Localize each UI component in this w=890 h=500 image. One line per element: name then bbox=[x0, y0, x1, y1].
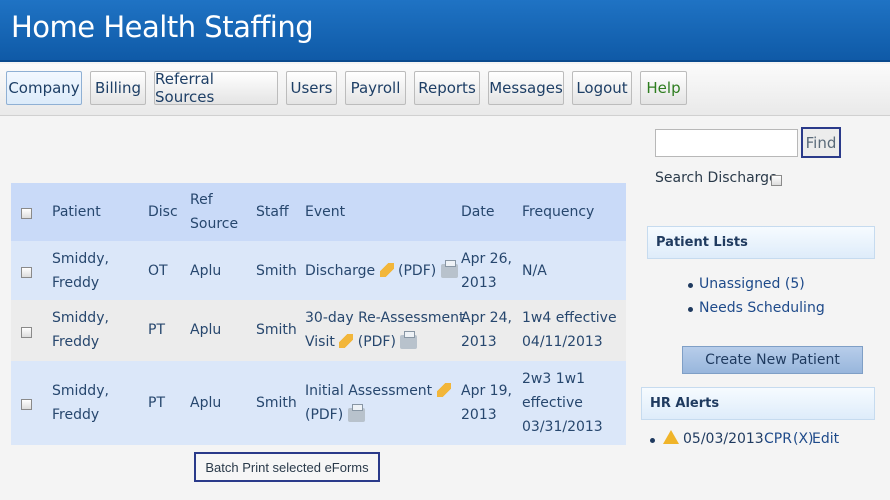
search-discharge-label: Search Discharge bbox=[655, 170, 778, 186]
col-patient: Patient bbox=[52, 204, 101, 220]
disc-value: PT bbox=[148, 322, 165, 338]
unassigned-link[interactable]: Unassigned (5) bbox=[699, 276, 805, 292]
nav-reports[interactable]: Reports bbox=[414, 71, 480, 105]
app-title: Home Health Staffing bbox=[11, 10, 314, 44]
date-line1: Apr 26, bbox=[461, 251, 512, 267]
nav-logout[interactable]: Logout bbox=[572, 71, 632, 105]
search-input[interactable] bbox=[655, 129, 798, 157]
disc-value: PT bbox=[148, 395, 165, 411]
nav-messages[interactable]: Messages bbox=[488, 71, 564, 105]
row-checkbox[interactable] bbox=[21, 267, 32, 278]
find-button[interactable]: Find bbox=[801, 127, 841, 158]
app-header: Home Health Staffing bbox=[0, 0, 890, 62]
event-link[interactable]: Discharge bbox=[305, 263, 375, 279]
warning-icon bbox=[663, 430, 679, 444]
pdf-link[interactable]: (PDF) bbox=[305, 407, 343, 423]
frequency-line3: 03/31/2013 bbox=[522, 419, 603, 435]
staff-value: Smith bbox=[256, 395, 297, 411]
table-row: Smiddy, Freddy OT Aplu Smith Discharge (… bbox=[11, 241, 626, 300]
date-line2: 2013 bbox=[461, 407, 497, 423]
event-cell-line2: (PDF) bbox=[305, 403, 365, 427]
nav-company[interactable]: Company bbox=[6, 71, 82, 105]
nav-users[interactable]: Users bbox=[286, 71, 337, 105]
col-ref-line1: Ref bbox=[190, 192, 213, 208]
disc-value: OT bbox=[148, 263, 168, 279]
date-line1: Apr 19, bbox=[461, 383, 512, 399]
date-line2: 2013 bbox=[461, 275, 497, 291]
event-link-line2[interactable]: Visit bbox=[305, 334, 335, 350]
pdf-link[interactable]: (PDF) bbox=[358, 334, 396, 350]
nav-billing[interactable]: Billing bbox=[90, 71, 146, 105]
row-checkbox[interactable] bbox=[21, 399, 32, 410]
col-ref-line2: Source bbox=[190, 216, 239, 232]
col-event: Event bbox=[305, 204, 346, 220]
pdf-link[interactable]: (PDF) bbox=[398, 263, 436, 279]
printer-icon[interactable] bbox=[440, 260, 458, 278]
hr-alerts-header: HR Alerts bbox=[641, 387, 875, 420]
printer-icon[interactable] bbox=[400, 331, 418, 349]
table-row: Smiddy, Freddy PT Aplu Smith 30-day Re-A… bbox=[11, 300, 626, 361]
col-disc: Disc bbox=[148, 204, 178, 220]
batch-print-button[interactable]: Batch Print selected eForms bbox=[194, 452, 380, 482]
ref-source-value: Aplu bbox=[190, 322, 222, 338]
event-link[interactable]: Initial Assessment bbox=[305, 383, 432, 399]
frequency-line1: 1w4 effective bbox=[522, 310, 617, 326]
ref-source-value: Aplu bbox=[190, 395, 222, 411]
table-header-row: Patient Disc Ref Source Staff Event Date… bbox=[11, 183, 626, 241]
pencil-icon[interactable] bbox=[379, 263, 394, 277]
hr-alert-remove-link[interactable]: (X) bbox=[793, 431, 814, 447]
bullet-icon bbox=[650, 438, 655, 443]
patient-name-line2[interactable]: Freddy bbox=[52, 403, 99, 427]
col-date: Date bbox=[461, 204, 495, 220]
event-cell-line2: Visit (PDF) bbox=[305, 330, 418, 354]
hr-alert-cpr-link[interactable]: CPR bbox=[764, 431, 792, 447]
table-row: Smiddy, Freddy PT Aplu Smith Initial Ass… bbox=[11, 361, 626, 445]
frequency-line2: effective bbox=[522, 395, 583, 411]
nav-payroll[interactable]: Payroll bbox=[345, 71, 406, 105]
printer-icon[interactable] bbox=[347, 404, 365, 422]
pencil-icon[interactable] bbox=[339, 334, 354, 348]
date-line1: Apr 24, bbox=[461, 310, 512, 326]
main-nav: Company Billing Referral Sources Users P… bbox=[0, 64, 890, 116]
patient-name-line2[interactable]: Freddy bbox=[52, 271, 99, 295]
bullet-icon bbox=[688, 307, 693, 312]
frequency-line1: N/A bbox=[522, 263, 547, 279]
patient-name-line1[interactable]: Smiddy, bbox=[52, 379, 109, 403]
patient-name-line2[interactable]: Freddy bbox=[52, 330, 99, 354]
nav-referral-sources[interactable]: Referral Sources bbox=[154, 70, 278, 106]
row-checkbox[interactable] bbox=[21, 327, 32, 338]
frequency-line2: 04/11/2013 bbox=[522, 334, 603, 350]
pencil-icon[interactable] bbox=[436, 383, 451, 397]
staff-value: Smith bbox=[256, 263, 297, 279]
nav-help[interactable]: Help bbox=[640, 71, 687, 105]
event-cell: Discharge (PDF) bbox=[305, 259, 458, 283]
patient-name-line1[interactable]: Smiddy, bbox=[52, 247, 109, 271]
hr-alert-edit-link[interactable]: Edit bbox=[812, 431, 839, 447]
event-cell-line1: Initial Assessment bbox=[305, 379, 451, 403]
event-link-line1[interactable]: 30-day Re-Assessment bbox=[305, 306, 465, 330]
patient-lists-header: Patient Lists bbox=[647, 226, 875, 259]
search-discharge-checkbox[interactable] bbox=[771, 175, 782, 186]
ref-source-value: Aplu bbox=[190, 263, 222, 279]
bullet-icon bbox=[688, 283, 693, 288]
date-line2: 2013 bbox=[461, 334, 497, 350]
hr-alert-date: 05/03/2013 bbox=[683, 431, 764, 447]
col-staff: Staff bbox=[256, 204, 289, 220]
frequency-line1: 2w3 1w1 bbox=[522, 371, 585, 387]
staff-value: Smith bbox=[256, 322, 297, 338]
create-new-patient-button[interactable]: Create New Patient bbox=[682, 346, 863, 374]
select-all-checkbox[interactable] bbox=[21, 208, 32, 219]
col-frequency: Frequency bbox=[522, 204, 595, 220]
patient-name-line1[interactable]: Smiddy, bbox=[52, 306, 109, 330]
needs-scheduling-link[interactable]: Needs Scheduling bbox=[699, 300, 825, 316]
